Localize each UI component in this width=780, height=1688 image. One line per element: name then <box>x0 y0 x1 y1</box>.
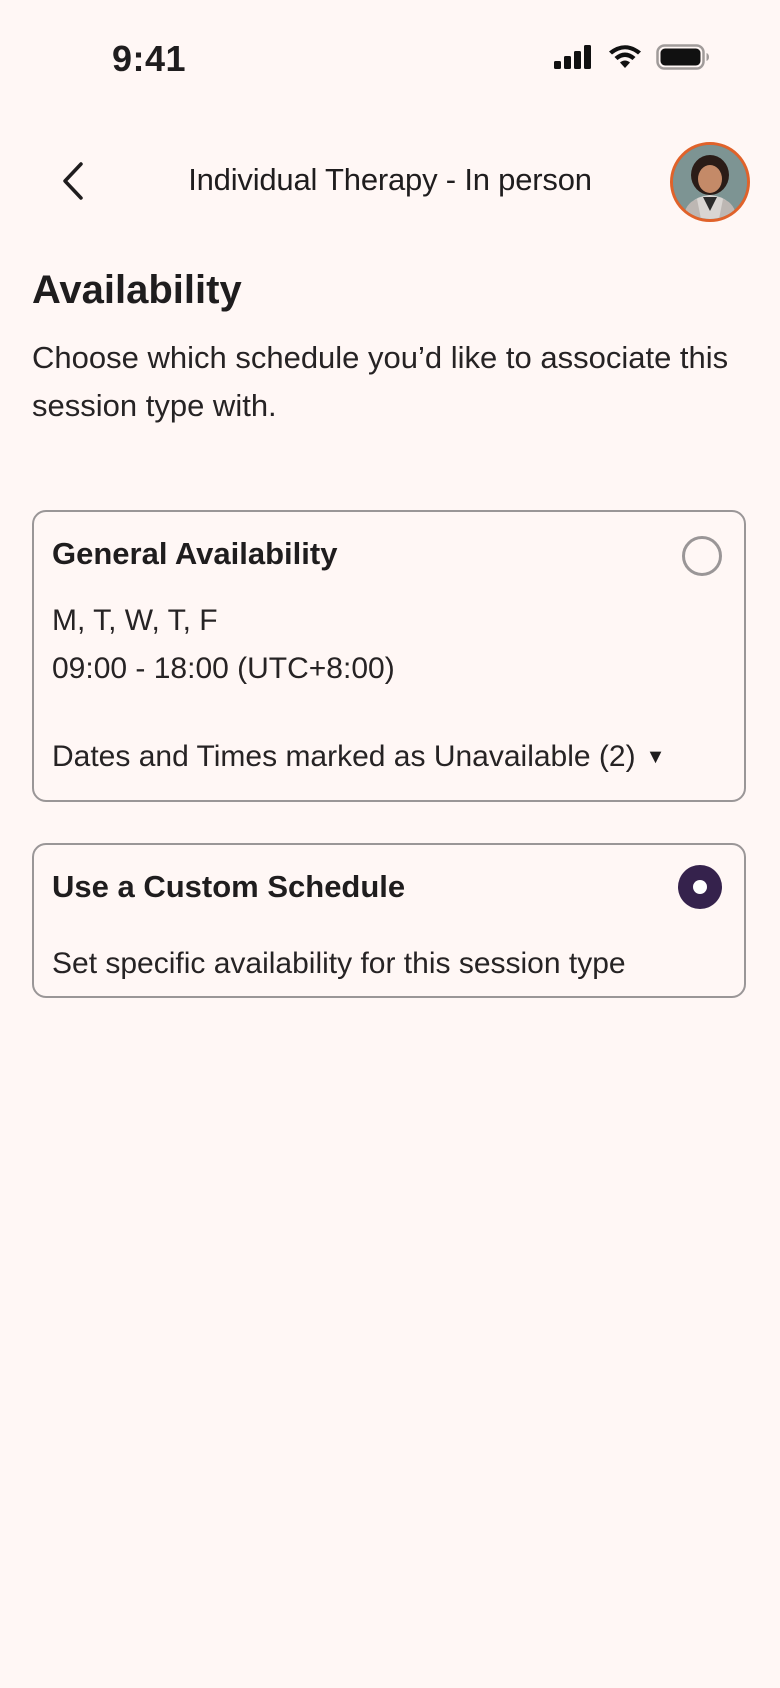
custom-schedule-description: Set specific availability for this sessi… <box>52 947 626 980</box>
radio-selected-dot <box>693 880 707 894</box>
custom-schedule-option[interactable]: Use a Custom Schedule Set specific avail… <box>32 843 746 998</box>
wifi-icon <box>609 45 641 68</box>
available-hours: 09:00 - 18:00 (UTC+8:00) <box>52 652 395 685</box>
status-time: 9:41 <box>112 38 187 79</box>
available-days: M, T, W, T, F <box>52 604 218 637</box>
unavailable-dates-toggle[interactable]: Dates and Times marked as Unavailable (2… <box>52 740 665 774</box>
unavailable-dates-label: Dates and Times marked as Unavailable (2… <box>52 740 636 773</box>
caret-down-icon: ▼ <box>645 745 666 768</box>
general-availability-option[interactable]: General Availability M, T, W, T, F 09:00… <box>32 510 746 802</box>
general-availability-title: General Availability <box>52 536 338 571</box>
section-description: Choose which schedule you’d like to asso… <box>32 340 729 423</box>
general-availability-radio[interactable] <box>682 536 722 576</box>
battery-icon <box>656 44 709 70</box>
availability-section: Availability Choose which schedule you’d… <box>32 262 748 430</box>
status-bar: 9:41 <box>0 0 780 110</box>
custom-schedule-radio[interactable] <box>678 865 722 909</box>
profile-photo <box>673 145 747 219</box>
custom-schedule-title: Use a Custom Schedule <box>52 869 406 904</box>
avatar[interactable] <box>670 142 750 222</box>
cellular-signal-icon <box>554 45 591 69</box>
status-icons <box>554 44 710 70</box>
top-navigation: Individual Therapy - In person <box>0 138 780 226</box>
section-title: Availability <box>32 268 242 312</box>
page-title: Individual Therapy - In person <box>188 162 592 197</box>
